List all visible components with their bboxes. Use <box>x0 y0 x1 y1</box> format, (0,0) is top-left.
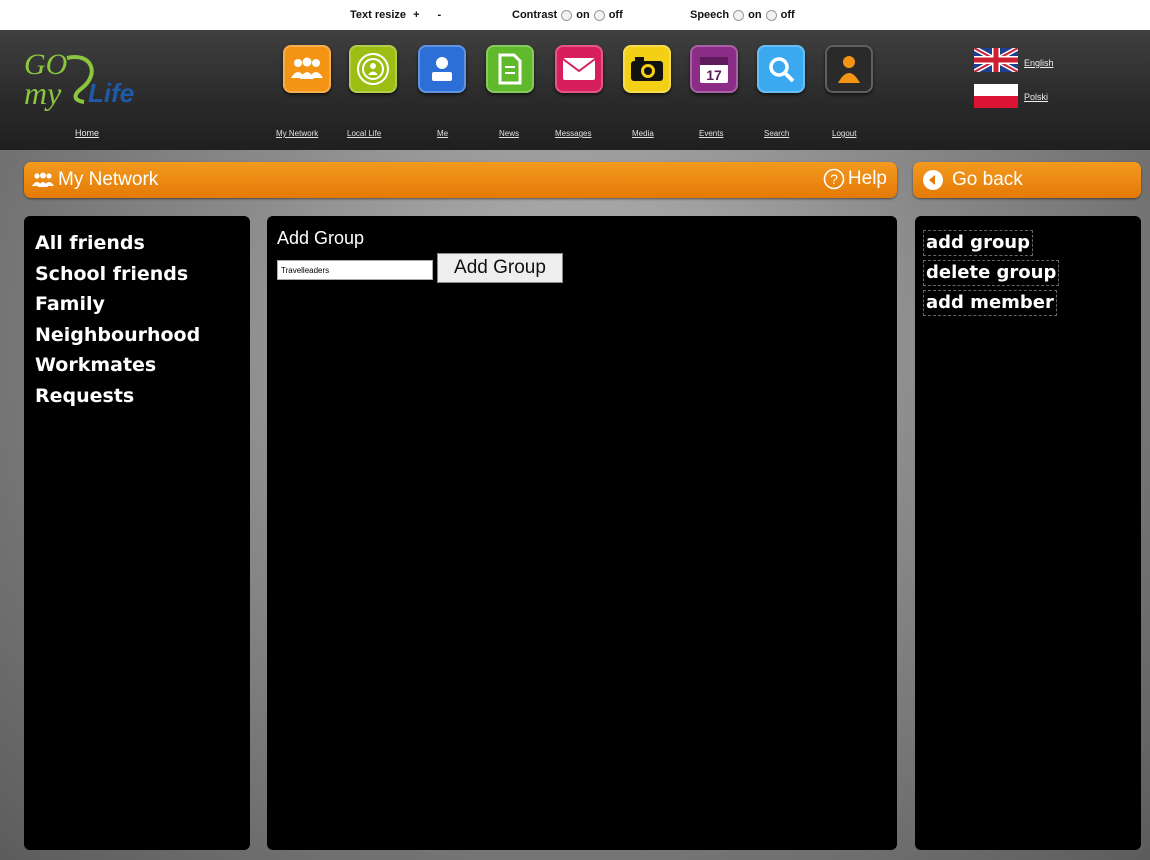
poland-flag-icon[interactable] <box>974 84 1018 108</box>
contrast-off-label: off <box>608 9 623 21</box>
group-item-neighbourhood[interactable]: Neighbourhood <box>35 320 250 351</box>
contrast-label: Contrast <box>512 9 558 21</box>
add-group-link[interactable]: add group <box>923 230 1034 256</box>
delete-group-link[interactable]: delete group <box>923 260 1060 286</box>
news-nav-button[interactable] <box>486 45 534 93</box>
uk-flag-icon[interactable] <box>972 45 1020 75</box>
add-member-link[interactable]: add member <box>923 290 1057 316</box>
go-back-label: Go back <box>952 169 1023 190</box>
nav-label-local-life[interactable]: Local Life <box>347 129 381 138</box>
text-decrease-button[interactable]: - <box>435 9 445 21</box>
nav-label-search[interactable]: Search <box>764 129 789 138</box>
accessibility-bar: Text resize + - Contrast on off Speech o… <box>0 0 1150 30</box>
events-nav-button[interactable]: 17 <box>690 45 738 93</box>
text-increase-button[interactable]: + <box>410 9 422 21</box>
nav-label-messages[interactable]: Messages <box>555 129 591 138</box>
group-name-input[interactable] <box>277 260 433 280</box>
envelope-icon <box>562 58 596 80</box>
text-resize-label: Text resize <box>350 9 407 21</box>
main-content-panel: Add Group Add Group <box>267 216 897 850</box>
gomylife-logo[interactable]: GO my Life <box>22 44 172 114</box>
contrast-group: Contrast on off <box>512 9 623 21</box>
local-life-nav-button[interactable] <box>349 45 397 93</box>
group-list: All friends School friends Family Neighb… <box>24 216 250 411</box>
nav-label-logout[interactable]: Logout <box>832 129 856 138</box>
document-icon <box>498 53 522 85</box>
home-link[interactable]: Home <box>75 128 99 138</box>
people-icon <box>291 57 323 79</box>
contrast-off-radio[interactable] <box>593 9 605 21</box>
site-header: GO my Life Home 17 My Network Local Life… <box>0 30 1150 150</box>
svg-text:?: ? <box>830 171 838 187</box>
me-nav-button[interactable] <box>418 45 466 93</box>
logo-text-my: my <box>24 75 62 111</box>
contrast-on-label: on <box>576 9 590 21</box>
target-icon <box>357 53 389 85</box>
camera-icon <box>631 57 663 81</box>
group-item-all-friends[interactable]: All friends <box>35 228 250 259</box>
actions-panel: add group delete group add member <box>915 216 1141 850</box>
help-button[interactable]: ? Help <box>823 168 887 190</box>
help-label: Help <box>847 168 887 189</box>
speech-group: Speech on off <box>690 9 795 21</box>
media-nav-button[interactable] <box>623 45 671 93</box>
logo-text-life: Life <box>88 78 134 108</box>
nav-label-my-network[interactable]: My Network <box>276 129 318 138</box>
help-icon: ? <box>823 168 845 190</box>
logout-nav-button[interactable] <box>825 45 873 93</box>
magnifier-icon <box>769 57 795 83</box>
search-nav-button[interactable] <box>757 45 805 93</box>
add-group-heading: Add Group <box>277 228 365 248</box>
language-english-link[interactable]: English <box>1024 58 1054 68</box>
nav-label-media[interactable]: Media <box>632 129 654 138</box>
group-item-school-friends[interactable]: School friends <box>35 259 250 290</box>
logout-icon <box>838 56 860 83</box>
go-back-button[interactable]: Go back <box>913 162 1141 198</box>
contrast-on-radio[interactable] <box>561 9 573 21</box>
speech-on-radio[interactable] <box>733 9 745 21</box>
language-polski-link[interactable]: Polski <box>1024 92 1048 102</box>
svg-text:17: 17 <box>706 67 722 83</box>
my-network-nav-button[interactable] <box>283 45 331 93</box>
speech-off-radio[interactable] <box>765 9 777 21</box>
speech-label: Speech <box>690 9 730 21</box>
nav-label-events[interactable]: Events <box>699 129 723 138</box>
page-title: My Network <box>58 169 159 190</box>
add-group-button[interactable]: Add Group <box>437 253 563 283</box>
group-item-workmates[interactable]: Workmates <box>35 350 250 381</box>
nav-label-me[interactable]: Me <box>437 129 448 138</box>
nav-label-news[interactable]: News <box>499 129 519 138</box>
calendar-icon: 17 <box>700 57 728 83</box>
friends-groups-panel: All friends School friends Family Neighb… <box>24 216 250 850</box>
text-resize-group: Text resize + - <box>350 9 444 21</box>
group-item-family[interactable]: Family <box>35 289 250 320</box>
speech-off-label: off <box>780 9 795 21</box>
section-title-bar: My Network ? Help <box>24 162 897 198</box>
speech-on-label: on <box>748 9 762 21</box>
actions-list: add group delete group add member <box>915 216 1141 316</box>
group-item-requests[interactable]: Requests <box>35 381 250 412</box>
messages-nav-button[interactable] <box>555 45 603 93</box>
person-icon <box>432 57 452 81</box>
people-icon <box>32 172 54 187</box>
back-arrow-icon <box>923 170 943 190</box>
